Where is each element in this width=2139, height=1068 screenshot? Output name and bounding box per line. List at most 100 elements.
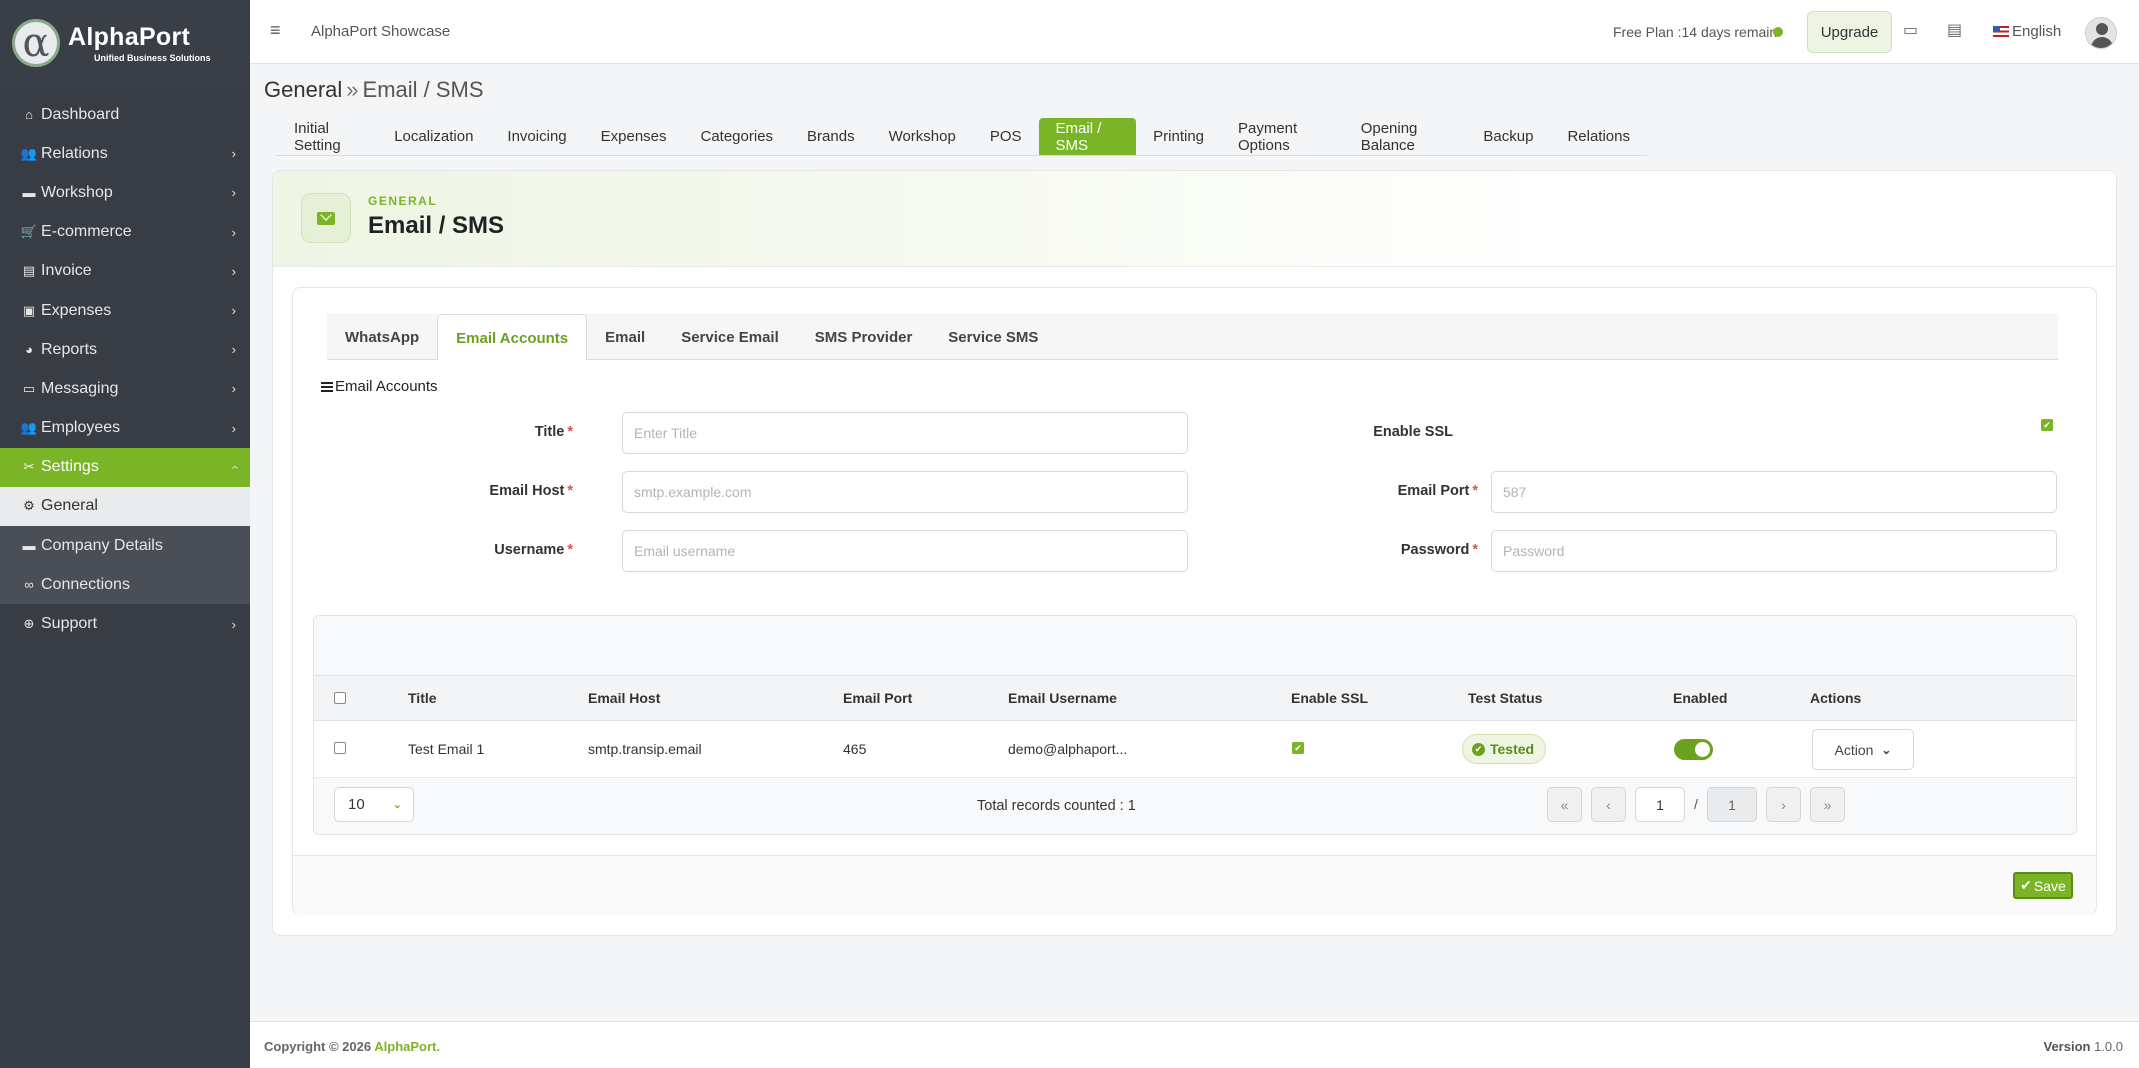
sidebar-item-label: Workshop xyxy=(41,183,113,201)
tab-printing[interactable]: Printing xyxy=(1136,118,1221,155)
cell-title: Test Email 1 xyxy=(408,741,485,757)
sidebar-item-employees[interactable]: 👥 Employees › xyxy=(0,409,250,448)
tab-backup[interactable]: Backup xyxy=(1466,118,1550,155)
ssl-checked-icon: ✔ xyxy=(1292,742,1304,754)
cell-email-username: demo@alphaport... xyxy=(1008,741,1128,757)
sidebar-item-dashboard[interactable]: ⌂ Dashboard xyxy=(0,95,250,134)
tab-pos[interactable]: POS xyxy=(973,118,1039,155)
first-page-button[interactable]: « xyxy=(1547,787,1582,822)
save-button[interactable]: ✔ Save xyxy=(2013,872,2073,899)
tab-relations[interactable]: Relations xyxy=(1550,118,1647,155)
tab-email-sms[interactable]: Email / SMS xyxy=(1038,118,1137,155)
last-page-button[interactable]: » xyxy=(1810,787,1845,822)
tab-service-email[interactable]: Service Email xyxy=(663,314,797,360)
tab-workshop[interactable]: Workshop xyxy=(872,118,973,155)
sidebar-item-company-details[interactable]: ▬ Company Details xyxy=(0,526,250,566)
tab-payment-options[interactable]: Payment Options xyxy=(1221,118,1344,155)
sidebar-item-relations[interactable]: 👥 Relations › xyxy=(0,134,250,173)
tools-icon: ✂ xyxy=(23,459,35,475)
sidebar-item-label: Relations xyxy=(41,144,108,162)
page-size-value: 10 xyxy=(348,796,365,813)
version-info: Version 1.0.0 xyxy=(2043,1039,2123,1054)
table-header: Title Email Host Email Port Email Userna… xyxy=(314,675,2076,721)
enable-ssl-label: Enable SSL xyxy=(1373,424,1453,440)
page-size-select[interactable]: 10 ⌄ xyxy=(334,787,414,822)
enabled-toggle[interactable] xyxy=(1674,739,1713,760)
total-pages: 1 xyxy=(1707,787,1757,822)
home-icon: ⌂ xyxy=(25,107,33,123)
sidebar-item-general[interactable]: ⚙ General xyxy=(0,486,250,527)
gear-icon: ⚙ xyxy=(23,498,35,514)
sidebar-item-label: Settings xyxy=(41,458,99,476)
list-icon xyxy=(321,381,333,392)
action-label: Action xyxy=(1834,741,1874,758)
tab-sms-provider[interactable]: SMS Provider xyxy=(797,314,931,360)
tab-initial-setting[interactable]: Initial Setting xyxy=(277,118,377,155)
cart-icon: 🛒 xyxy=(20,224,38,240)
tab-opening-balance[interactable]: Opening Balance xyxy=(1344,118,1467,155)
section-title: Email Accounts xyxy=(321,378,438,395)
tab-localization[interactable]: Localization xyxy=(377,118,490,155)
tab-invoicing[interactable]: Invoicing xyxy=(490,118,583,155)
email-host-input[interactable] xyxy=(622,471,1188,513)
tab-service-sms[interactable]: Service SMS xyxy=(930,314,1056,360)
username-input[interactable] xyxy=(622,530,1188,572)
email-accounts-panel: WhatsApp Email Accounts Email Service Em… xyxy=(292,287,2097,915)
title-label: Title * xyxy=(534,424,573,440)
sidebar-item-messaging[interactable]: ▭ Messaging › xyxy=(0,369,250,408)
breadcrumb-root[interactable]: General xyxy=(264,77,342,102)
column-email-host[interactable]: Email Host xyxy=(588,690,660,706)
tab-expenses[interactable]: Expenses xyxy=(584,118,684,155)
column-enabled[interactable]: Enabled xyxy=(1673,690,1727,706)
tab-categories[interactable]: Categories xyxy=(684,118,791,155)
sidebar-item-workshop[interactable]: ▬ Workshop › xyxy=(0,173,250,212)
column-email-username[interactable]: Email Username xyxy=(1008,690,1117,706)
next-page-button[interactable]: › xyxy=(1766,787,1801,822)
check-icon: ✔ xyxy=(2020,877,2032,893)
sidebar-item-label: Reports xyxy=(41,340,98,358)
user-avatar[interactable] xyxy=(2085,17,2117,49)
language-selector[interactable]: English xyxy=(1993,23,2061,40)
language-label: English xyxy=(2012,23,2062,40)
sidebar-item-connections[interactable]: ∞ Connections xyxy=(0,565,250,605)
row-checkbox[interactable] xyxy=(334,742,346,754)
tab-email[interactable]: Email xyxy=(587,314,663,360)
chevron-right-icon: › xyxy=(231,263,236,279)
briefcase-icon: ▬ xyxy=(22,538,36,554)
sidebar-item-reports[interactable]: ◕ Reports › xyxy=(0,330,250,369)
email-port-input[interactable] xyxy=(1491,471,2057,513)
current-page-input[interactable]: 1 xyxy=(1635,787,1685,822)
password-input[interactable] xyxy=(1491,530,2057,572)
sidebar-item-label: Support xyxy=(41,615,98,633)
select-all-checkbox[interactable] xyxy=(334,692,346,704)
footer-brand-link[interactable]: AlphaPort. xyxy=(374,1039,440,1054)
column-title[interactable]: Title xyxy=(408,690,437,706)
sidebar-item-invoice[interactable]: ▤ Invoice › xyxy=(0,252,250,291)
chat-icon[interactable]: ▭ xyxy=(1903,20,1918,40)
action-dropdown-button[interactable]: Action ⌄ xyxy=(1812,729,1914,770)
menu-toggle-icon[interactable]: ≡ xyxy=(270,20,281,41)
sidebar-item-settings[interactable]: ✂ Settings › xyxy=(0,447,250,487)
column-email-port[interactable]: Email Port xyxy=(843,690,912,706)
upgrade-button[interactable]: Upgrade xyxy=(1807,11,1892,53)
prev-page-button[interactable]: ‹ xyxy=(1591,787,1626,822)
enable-ssl-checkbox[interactable]: ✔ xyxy=(2041,419,2053,431)
tab-email-accounts[interactable]: Email Accounts xyxy=(437,314,588,361)
column-test-status[interactable]: Test Status xyxy=(1468,690,1542,706)
title-input[interactable] xyxy=(622,412,1188,454)
link-icon: ∞ xyxy=(24,577,34,593)
tab-brands[interactable]: Brands xyxy=(790,118,872,155)
sidebar-item-expenses[interactable]: ▣ Expenses › xyxy=(0,291,250,330)
inner-tabs: WhatsApp Email Accounts Email Service Em… xyxy=(327,314,2058,361)
column-enable-ssl[interactable]: Enable SSL xyxy=(1291,690,1368,706)
chevron-right-icon: › xyxy=(231,381,236,397)
users-icon: 👥 xyxy=(20,145,38,161)
tab-whatsapp[interactable]: WhatsApp xyxy=(327,314,437,360)
envelope-icon xyxy=(301,193,351,243)
chevron-up-icon: › xyxy=(226,465,242,470)
cell-email-port: 465 xyxy=(843,741,867,757)
logo[interactable]: α AlphaPort Unified Business Solutions xyxy=(0,0,250,86)
sidebar-item-support[interactable]: ⊕ Support › xyxy=(0,604,250,643)
card-icon[interactable]: ▤ xyxy=(1947,20,1962,40)
sidebar-item-ecommerce[interactable]: 🛒 E-commerce › xyxy=(0,213,250,252)
